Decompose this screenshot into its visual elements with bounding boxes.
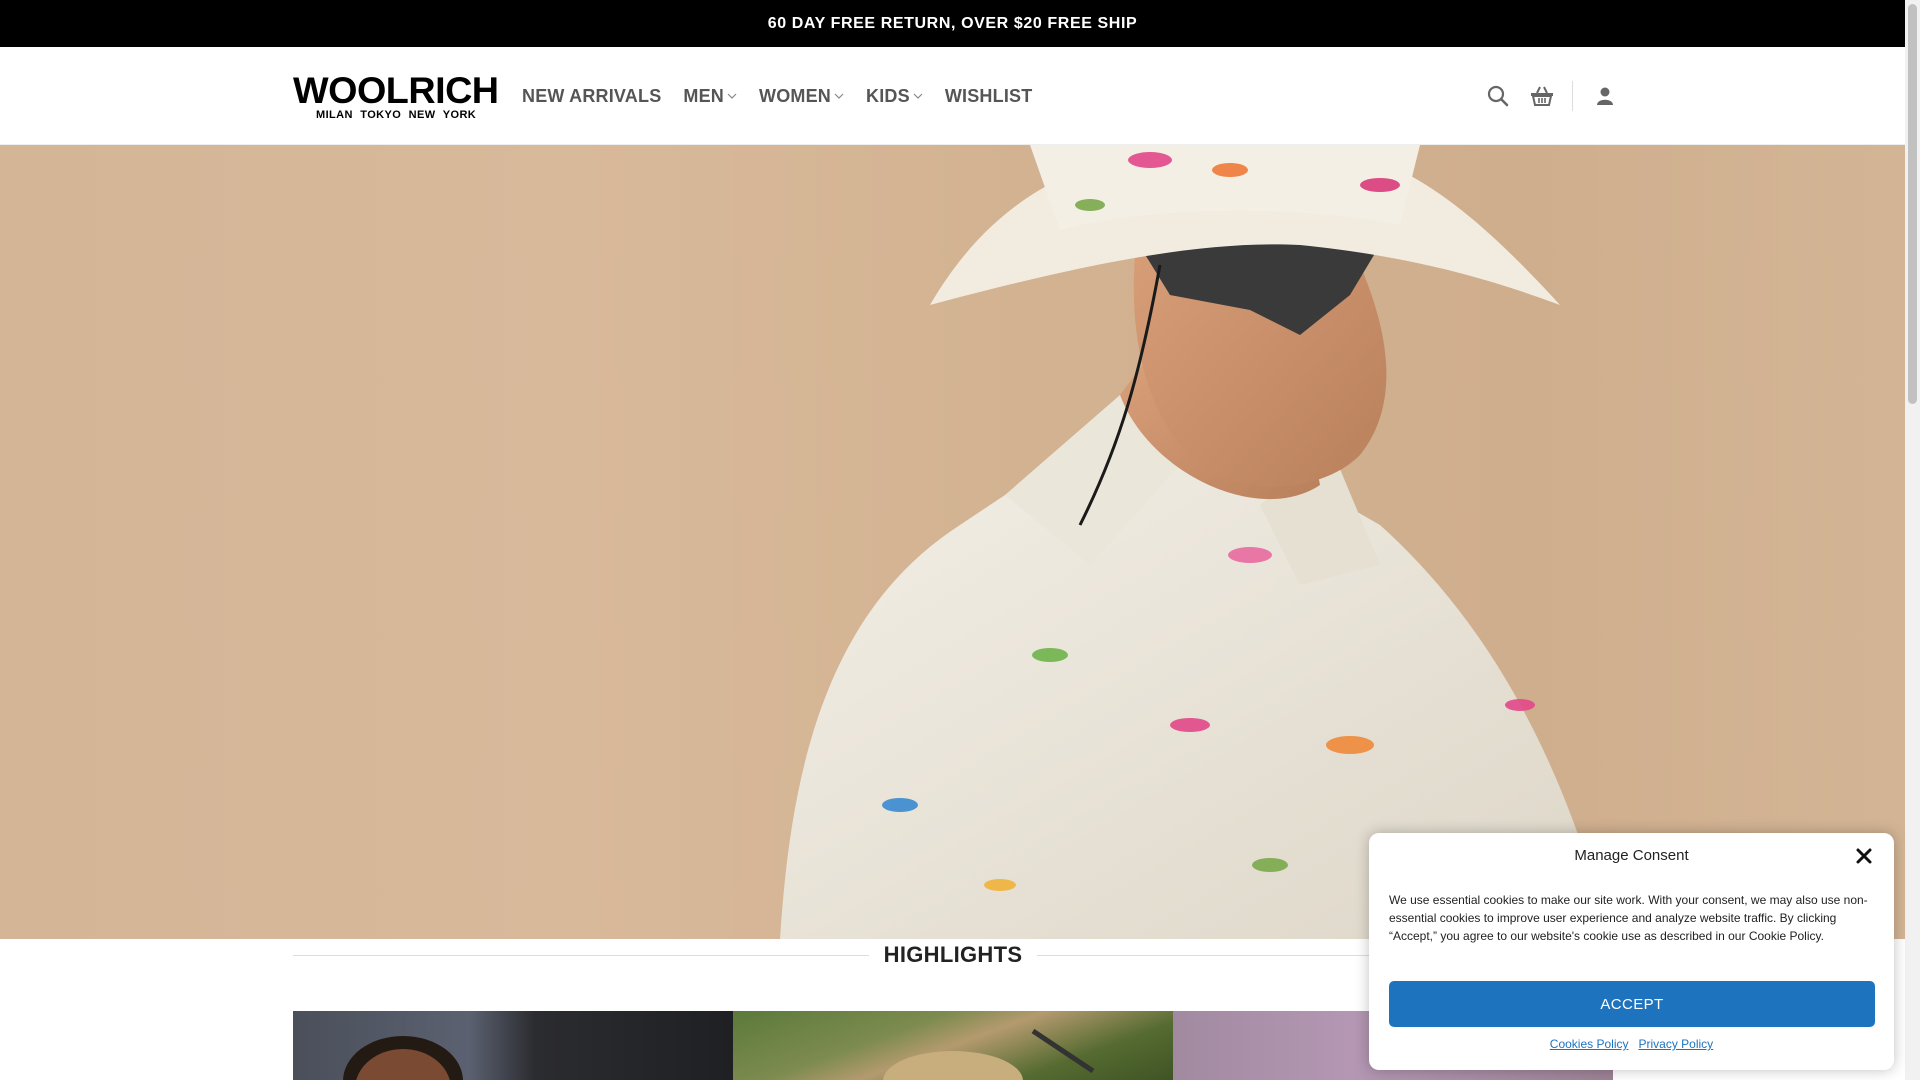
highlights-title: HIGHLIGHTS [883,942,1023,967]
hero-image [780,145,1610,939]
announcement-text: 60 DAY FREE RETURN, OVER $20 FREE SHIP [767,14,1138,32]
consent-title: Manage Consent [1574,847,1689,864]
nav-new-arrivals[interactable]: NEW ARRIVALS [522,86,661,107]
nav-kids[interactable]: KIDS [866,86,923,107]
nav-wishlist[interactable]: WISHLIST [945,86,1033,107]
nav-label: WISHLIST [944,85,1033,106]
site-header: WOOLRICH MILAN TOKYO NEW YORK NEW ARRIVA… [0,47,1905,145]
nav-women[interactable]: WOMEN [759,86,844,107]
nav-label: WOMEN [759,85,832,106]
close-icon[interactable] [1853,845,1875,867]
main-nav: NEW ARRIVALS MEN WOMEN KIDS WISHLIST [522,47,1032,145]
announcement-bar: 60 DAY FREE RETURN, OVER $20 FREE SHIP [0,0,1905,47]
user-icon[interactable] [1587,78,1623,114]
brand-logo[interactable]: WOOLRICH MILAN TOKYO NEW YORK [293,72,499,124]
search-icon[interactable] [1480,78,1516,114]
brand-wordmark: WOOLRICH [293,70,499,111]
header-icons [1480,47,1623,145]
tile-image [883,1028,1095,1080]
highlight-tile[interactable] [733,1011,1173,1080]
consent-message: We use essential cookies to make our sit… [1389,893,1868,943]
scrollbar-thumb[interactable] [1908,4,1917,404]
consent-links: Cookies Policy Privacy Policy [1369,1037,1894,1051]
heading-rule-left [293,954,869,956]
nav-men[interactable]: MEN [683,86,737,107]
accept-button[interactable]: ACCEPT [1389,981,1875,1027]
nav-label: MEN [683,85,725,106]
cookies-policy-link[interactable]: Cookies Policy [1550,1037,1629,1051]
header-divider [1572,81,1573,111]
nav-label: NEW ARRIVALS [522,85,662,106]
nav-label: KIDS [866,85,910,106]
basket-icon[interactable] [1524,78,1560,114]
consent-dialog: Manage Consent We use essential cookies … [1369,833,1894,1070]
hero-banner[interactable] [0,145,1905,939]
highlight-tile[interactable] [293,1011,733,1080]
chevron-down-icon [834,93,844,99]
chevron-down-icon [727,93,737,99]
tile-image [343,1036,463,1080]
page-scrollbar[interactable] [1905,0,1920,1080]
chevron-down-icon [913,93,923,99]
privacy-policy-link[interactable]: Privacy Policy [1639,1037,1714,1051]
